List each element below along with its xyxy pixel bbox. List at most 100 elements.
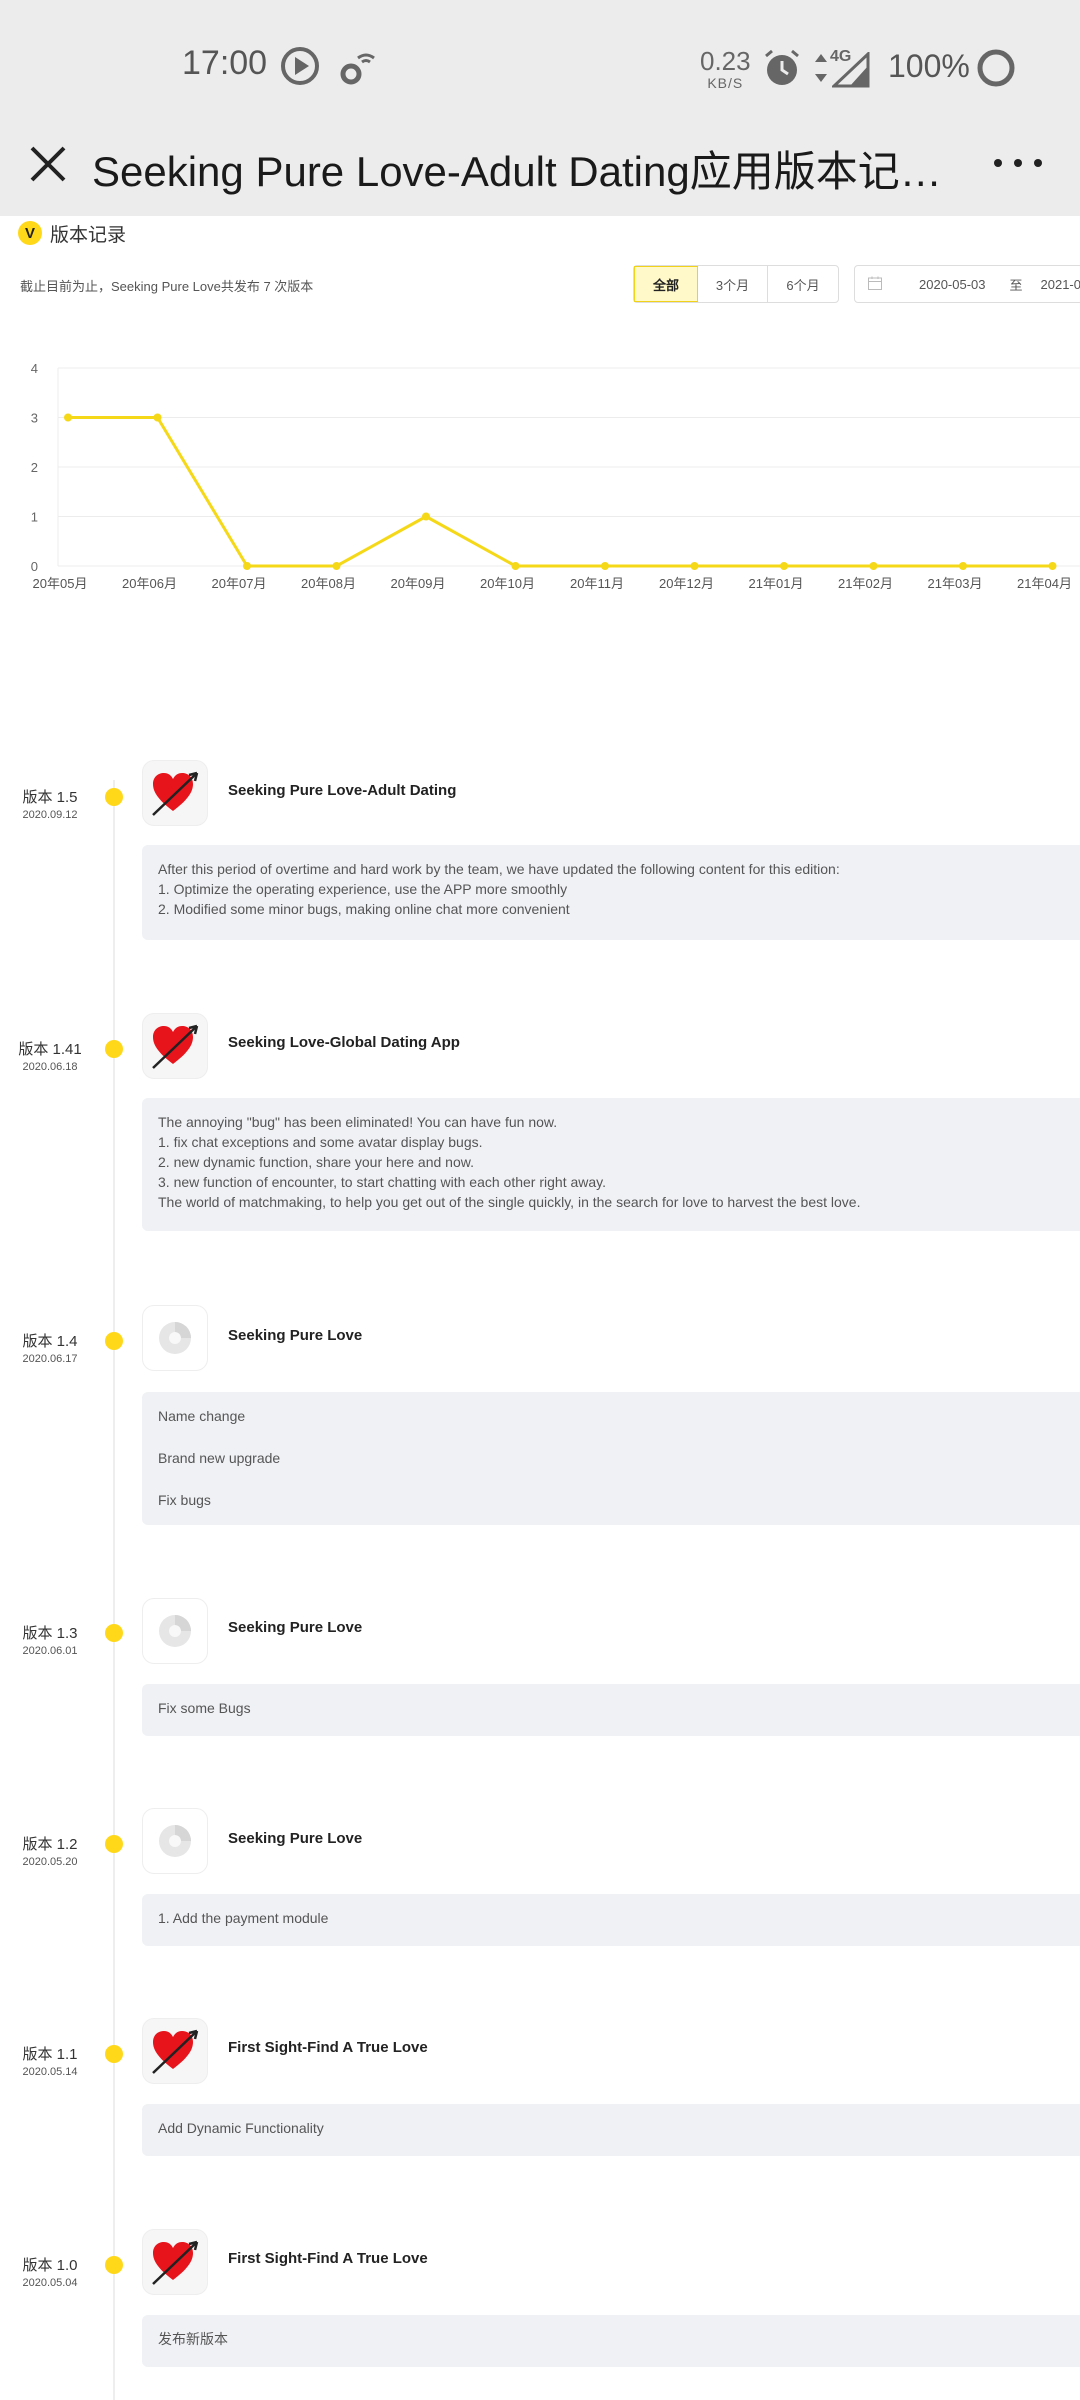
release-notes: Fix some Bugs — [142, 1684, 1080, 1736]
series-line — [68, 416, 1053, 568]
timeline-dot — [105, 2256, 123, 2274]
tab-all[interactable]: 全部 — [634, 266, 698, 302]
version-number: 版本 1.1 — [22, 2046, 78, 2063]
version-date: 2020.05.14 — [22, 2066, 78, 2078]
timeline-line — [113, 780, 115, 2400]
data-point — [64, 413, 72, 422]
x-tick-label: 21年01月 — [749, 576, 804, 591]
page-title: Seeking Pure Love-Adult Dating应用版本记录查询 — [92, 148, 962, 195]
app-name: First Sight-Find A True Love — [228, 2250, 428, 2267]
version-number: 版本 1.4 — [22, 1333, 78, 1350]
section-header: V 版本记录 — [18, 218, 126, 248]
version-date: 2020.06.01 — [22, 1645, 78, 1657]
calendar-icon — [867, 275, 883, 294]
more-icon[interactable] — [990, 148, 1046, 178]
version-date: 2020.06.17 — [22, 1353, 78, 1365]
timeline-dot — [105, 1835, 123, 1853]
data-point — [332, 562, 341, 570]
heart-arrow-icon — [142, 2018, 208, 2084]
placeholder-icon — [142, 1808, 208, 1874]
signal-icon — [830, 50, 870, 93]
app-name: Seeking Pure Love — [228, 1830, 363, 1847]
release-summary: 截止目前为止，Seeking Pure Love共发布 7 次版本 — [20, 279, 314, 294]
date-separator: 至 — [1009, 277, 1023, 293]
data-point — [511, 562, 520, 570]
x-tick-label: 20年07月 — [212, 576, 267, 591]
x-tick-label: 20年05月 — [33, 576, 88, 591]
x-tick-label: 20年08月 — [301, 576, 356, 591]
tab-3-months[interactable]: 3个月 — [698, 266, 768, 302]
status-time: 17:00 — [182, 44, 268, 82]
status-bar: 17:00 0.23 KB/S 4G 100% — [0, 0, 1080, 132]
release-notes: 1. Add the payment module — [142, 1894, 1080, 1946]
version-number: 版本 1.5 — [22, 789, 78, 806]
app-name: First Sight-Find A True Love — [228, 2039, 428, 2056]
version-number: 版本 1.2 — [22, 1836, 78, 1853]
y-tick-label: 2 — [31, 460, 38, 475]
range-tabs: 全部 3个月 6个月 — [633, 265, 839, 303]
app-name: Seeking Love-Global Dating App — [228, 1034, 460, 1051]
version-number: 版本 1.3 — [22, 1625, 78, 1642]
release-notes: The annoying "bug" has been eliminated! … — [142, 1098, 1080, 1231]
data-point — [780, 562, 788, 570]
heart-arrow-icon — [142, 2229, 208, 2295]
battery-icon — [976, 48, 1016, 93]
version-date: 2020.06.18 — [22, 1061, 78, 1073]
close-icon[interactable] — [24, 140, 72, 188]
y-tick-label: 4 — [31, 361, 38, 376]
tab-6-months[interactable]: 6个月 — [768, 266, 838, 302]
data-arrows-icon — [814, 54, 828, 87]
x-tick-label: 21年04月 — [1017, 576, 1072, 591]
y-tick-label: 0 — [31, 559, 38, 574]
data-point — [422, 512, 430, 521]
x-tick-label: 20年10月 — [480, 576, 535, 591]
version-date: 2020.09.12 — [22, 809, 78, 821]
net-speed: 0.23 KB/S — [700, 46, 751, 91]
timeline-dot — [105, 2045, 123, 2063]
x-tick-label: 20年11月 — [570, 576, 624, 591]
play-icon — [280, 46, 320, 91]
data-point — [869, 562, 878, 570]
x-tick-label: 21年03月 — [928, 576, 983, 591]
y-tick-label: 1 — [31, 510, 38, 525]
date-range-picker[interactable]: 2020-05-03 至 2021-05 — [854, 265, 1080, 303]
heart-arrow-icon — [142, 1013, 208, 1079]
x-tick-label: 20年09月 — [391, 576, 446, 591]
date-to: 2021-05 — [1040, 276, 1080, 292]
version-badge-icon: V — [18, 221, 42, 245]
x-tick-label: 20年06月 — [122, 576, 177, 591]
data-point — [1048, 562, 1057, 570]
release-notes: After this period of overtime and hard w… — [142, 845, 1080, 940]
settings-icon — [336, 50, 376, 93]
y-tick-label: 3 — [31, 411, 38, 426]
x-tick-label: 21年02月 — [838, 576, 893, 591]
section-title: 版本记录 — [50, 224, 127, 246]
timeline-dot — [105, 1624, 123, 1642]
timeline-dot — [105, 1332, 123, 1350]
data-point — [153, 413, 162, 422]
x-tick-label: 20年12月 — [659, 576, 714, 591]
version-date: 2020.05.04 — [22, 2277, 78, 2289]
date-from: 2020-05-03 — [919, 276, 986, 292]
release-notes: 发布新版本 — [142, 2315, 1080, 2367]
data-point — [243, 562, 251, 570]
version-number: 版本 1.41 — [18, 1041, 82, 1058]
release-notes: Add Dynamic Functionality — [142, 2104, 1080, 2156]
version-number: 版本 1.0 — [22, 2257, 78, 2274]
release-notes: Name change Brand new upgrade Fix bugs — [142, 1392, 1080, 1525]
app-name: Seeking Pure Love — [228, 1619, 363, 1636]
release-count-chart: 0 1 2 3 4 20年05月 20年06月 20年07月 20年08月 20年09月 20年10… — [31, 361, 1080, 591]
placeholder-icon — [142, 1598, 208, 1664]
data-point — [959, 562, 967, 570]
heart-arrow-icon — [142, 760, 208, 826]
data-point — [690, 562, 699, 570]
battery-level: 100% — [888, 48, 970, 84]
placeholder-icon — [142, 1305, 208, 1371]
data-point — [601, 562, 609, 570]
app-name: Seeking Pure Love — [228, 1327, 363, 1344]
app-name: Seeking Pure Love-Adult Dating — [228, 782, 457, 799]
alarm-icon — [762, 48, 802, 93]
title-bar: Seeking Pure Love-Adult Dating应用版本记录查询 — [0, 132, 1080, 216]
timeline-dot — [105, 1040, 123, 1058]
version-date: 2020.05.20 — [22, 1856, 78, 1868]
